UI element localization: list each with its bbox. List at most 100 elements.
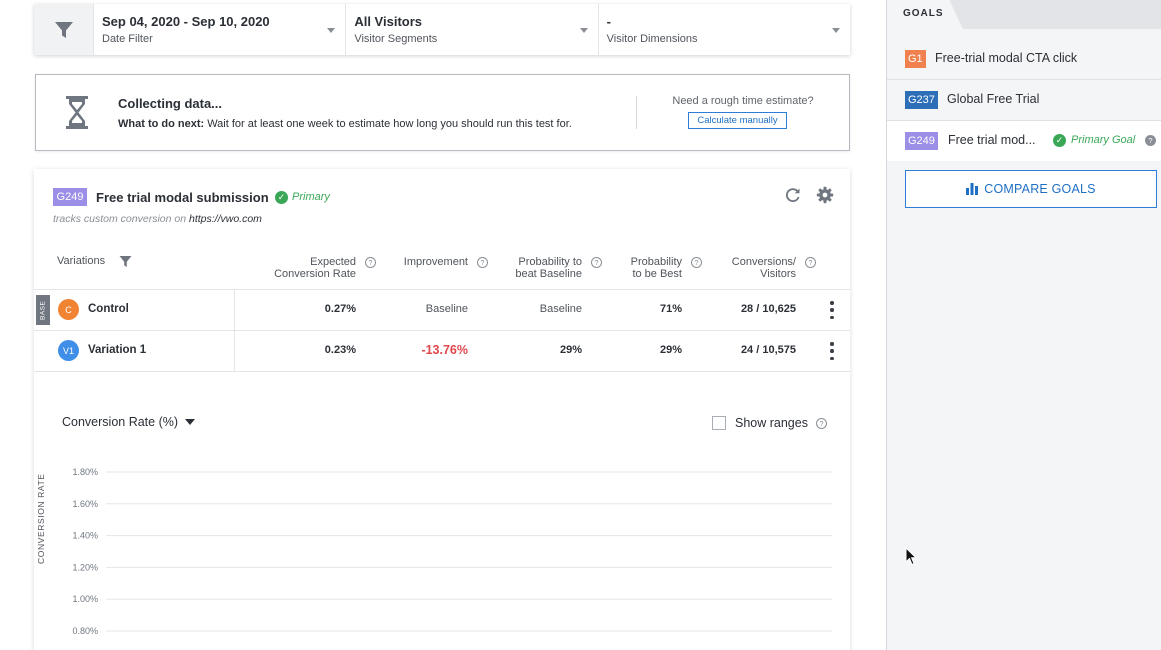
col-header-improvement: Improvement [403, 256, 468, 268]
date-filter-label: Date Filter [102, 33, 153, 45]
y-tick-label: 1.20% [72, 562, 98, 572]
col-header-conversions-line1: Conversions/ [731, 256, 796, 268]
calculate-manually-button[interactable]: Calculate manually [688, 112, 787, 129]
improvement-cell: Baseline [425, 303, 468, 315]
conversions-cell: 28 / 10,625 [740, 303, 796, 315]
hourglass-icon [66, 96, 88, 129]
goal-title: Free trial modal submission [96, 190, 269, 205]
date-filter-value: Sep 04, 2020 - Sep 10, 2020 [102, 14, 270, 29]
base-tag: BASE [36, 295, 50, 325]
bar-chart-icon [966, 183, 979, 195]
app-root: Sep 04, 2020 - Sep 10, 2020 Date Filter … [0, 0, 1161, 650]
col-header-conversions-line2: Visitors [760, 268, 796, 280]
column-divider [234, 290, 235, 371]
segment-filter-value: All Visitors [354, 14, 423, 29]
variation-name: Control [88, 303, 129, 315]
banner-next-label: What to do next: [118, 118, 205, 130]
goal-name: Global Free Trial [947, 92, 1040, 106]
compare-goals-label: COMPARE GOALS [984, 182, 1096, 196]
table-divider [34, 330, 850, 331]
col-header-prob-best: Probability to be Best [604, 256, 682, 280]
expected-rate-cell: 0.23% [324, 344, 356, 356]
conversion-rate-chart: 1.80% 1.60% 1.40% 1.20% 1.00% 0.80% [72, 467, 832, 636]
col-header-expected-rate: Expected Conversion Rate [264, 256, 356, 280]
chevron-down-icon [327, 28, 336, 33]
col-header-prob-best-line1: Probability [630, 256, 682, 268]
y-tick-label: 1.00% [72, 594, 98, 604]
help-icon[interactable]: ? [815, 417, 827, 429]
goal-id-badge: G249 [905, 132, 938, 150]
filter-icon[interactable] [119, 255, 132, 268]
gear-icon[interactable] [816, 186, 834, 204]
show-ranges-toggle[interactable]: Show ranges ? [712, 416, 827, 430]
variation-avatar: V1 [58, 340, 79, 361]
banner-description: What to do next: Wait for at least one w… [118, 118, 572, 130]
tracks-text: tracks custom conversion on [53, 213, 189, 225]
col-header-prob-best-line2: to be Best [632, 268, 682, 280]
primary-goal-label: Primary Goal [1071, 134, 1136, 146]
row-menu-icon[interactable] [829, 342, 835, 360]
y-tick-label: 1.80% [72, 467, 98, 477]
col-header-prob-baseline-line2: beat Baseline [515, 268, 582, 280]
show-ranges-checkbox[interactable] [712, 416, 726, 430]
metric-dropdown-label: Conversion Rate (%) [62, 415, 179, 429]
check-circle-icon: ✓ [275, 191, 288, 204]
row-menu-icon[interactable] [829, 301, 835, 319]
chevron-down-icon [831, 28, 840, 33]
y-axis-label: CONVERSION RATE [36, 473, 46, 564]
banner-divider [636, 96, 637, 129]
prob-best-cell: 29% [659, 344, 682, 356]
prob-baseline-cell: 29% [559, 344, 582, 356]
goal-item-g237[interactable]: G237 Global Free Trial [887, 80, 1161, 120]
goal-id-badge: G1 [905, 50, 926, 68]
compare-goals-button[interactable]: COMPARE GOALS [905, 170, 1157, 208]
help-icon[interactable]: ? [365, 257, 376, 268]
show-ranges-label: Show ranges [735, 416, 808, 430]
chevron-down-icon [579, 28, 588, 33]
banner-next-text: Wait for at least one week to estimate h… [204, 118, 572, 130]
help-icon[interactable]: ? [591, 257, 602, 268]
goal-report-card: G249 Free trial modal submission ✓ Prima… [34, 169, 850, 650]
date-filter[interactable]: Sep 04, 2020 - Sep 10, 2020 Date Filter [94, 4, 347, 55]
goals-tabbar: GOALS [887, 0, 1161, 29]
banner-title: Collecting data... [118, 96, 223, 111]
prob-baseline-cell: Baseline [539, 303, 582, 315]
check-circle-icon: ✓ [1053, 134, 1066, 147]
help-icon[interactable]: ? [477, 257, 488, 268]
conversions-cell: 24 / 10,575 [740, 344, 796, 356]
goal-name: Free-trial modal CTA click [935, 51, 1078, 65]
segment-filter-label: Visitor Segments [354, 33, 438, 45]
filter-bar: Sep 04, 2020 - Sep 10, 2020 Date Filter … [34, 4, 850, 55]
improvement-cell: -13.76% [421, 343, 468, 357]
y-tick-label: 0.80% [72, 626, 98, 636]
dimension-filter[interactable]: - Visitor Dimensions [599, 4, 850, 55]
col-header-expected-line1: Expected [310, 256, 356, 268]
mouse-cursor-icon [905, 547, 917, 566]
filter-toggle[interactable] [34, 4, 94, 55]
caret-down-icon [185, 419, 196, 425]
segment-filter[interactable]: All Visitors Visitor Segments [346, 4, 599, 55]
table-divider [34, 289, 850, 290]
help-icon[interactable]: ? [691, 257, 702, 268]
col-header-conversions: Conversions/ Visitors [704, 256, 796, 280]
help-icon[interactable]: ? [805, 257, 816, 268]
table-divider [34, 371, 850, 372]
primary-label: Primary [292, 191, 330, 203]
goals-panel: GOALS G1 Free-trial modal CTA click G237… [886, 0, 1161, 650]
goal-item-g1[interactable]: G1 Free-trial modal CTA click [887, 39, 1161, 79]
tracks-description: tracks custom conversion on https://vwo.… [53, 213, 262, 225]
goal-id-badge: G237 [905, 91, 938, 109]
estimate-question: Need a rough time estimate? [672, 95, 814, 107]
prob-best-cell: 71% [659, 303, 682, 315]
refresh-icon[interactable] [784, 186, 802, 204]
metric-dropdown[interactable]: Conversion Rate (%) [62, 415, 196, 429]
col-header-variations: Variations [57, 255, 106, 267]
col-header-prob-baseline: Probability to beat Baseline [494, 256, 582, 280]
tab-goals[interactable]: GOALS [887, 0, 963, 29]
goal-item-g249[interactable]: G249 Free trial mod... ✓ Primary Goal ? [887, 121, 1161, 161]
help-icon[interactable]: ? [1145, 135, 1156, 146]
y-tick-label: 1.40% [72, 531, 98, 541]
col-header-prob-baseline-line1: Probability to [518, 256, 582, 268]
variation-name: Variation 1 [88, 344, 147, 356]
funnel-icon [54, 21, 73, 38]
